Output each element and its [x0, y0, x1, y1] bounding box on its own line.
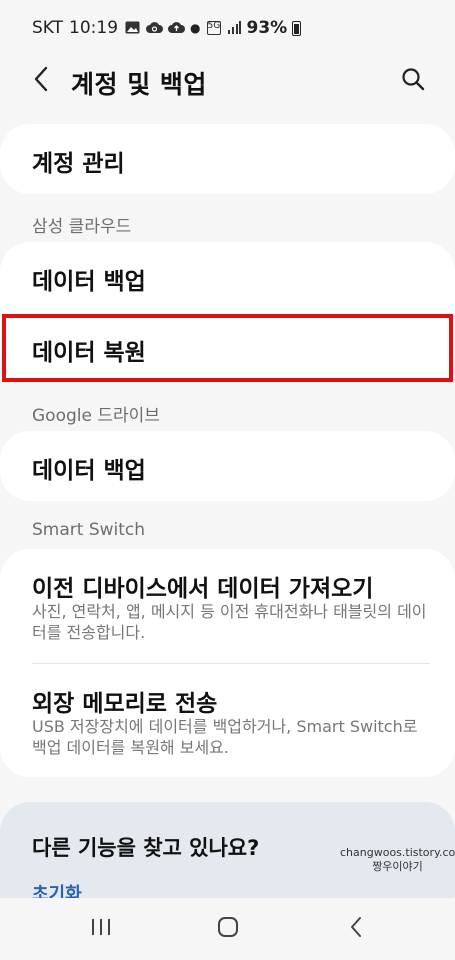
back-button[interactable]	[24, 64, 58, 98]
samsung-cloud-backup-label: 데이터 백업	[32, 269, 146, 295]
import-from-device-description: 사진, 연락처, 앱, 메시지 등 이전 휴대전화나 태블릿의 데이터를 전송합…	[32, 602, 427, 642]
battery-icon	[292, 20, 302, 36]
other-features-title: 다른 기능을 찾고 있나요?	[32, 836, 260, 860]
home-icon	[217, 916, 239, 942]
battery-text: 93%	[246, 18, 288, 38]
account-manage-item[interactable]: 계정 관리	[0, 124, 455, 194]
external-memory-item[interactable]: 외장 메모리로 전송 USB 저장장치에 데이터를 백업하거나, Smart S…	[0, 664, 455, 777]
google-drive-backup-label: 데이터 백업	[32, 458, 146, 484]
status-left: SKT 10:19 ●	[32, 18, 201, 38]
back-nav-button[interactable]	[339, 912, 373, 946]
home-button[interactable]	[211, 912, 245, 946]
carrier-text: SKT	[32, 18, 64, 38]
import-from-device-label: 이전 디바이스에서 데이터 가져오기	[32, 576, 374, 602]
google-drive-section-label: Google 드라이브	[32, 406, 160, 426]
signal-icon	[226, 21, 242, 35]
clock-text: 10:19	[69, 18, 119, 38]
external-memory-label: 외장 메모리로 전송	[32, 691, 218, 717]
cloud-sync-icon	[146, 21, 164, 35]
google-drive-backup-item[interactable]: 데이터 백업	[0, 431, 455, 501]
navigation-bar	[0, 898, 455, 960]
smart-switch-section-label: Smart Switch	[32, 520, 146, 540]
samsung-cloud-restore-item[interactable]: 데이터 복원	[0, 314, 455, 382]
search-button[interactable]	[396, 64, 430, 98]
back-icon	[349, 916, 363, 942]
cloud-upload-icon	[168, 21, 186, 35]
search-icon	[401, 67, 425, 95]
status-right: 5G 93%	[206, 18, 302, 38]
page-title: 계정 및 백업	[71, 70, 207, 99]
external-memory-description: USB 저장장치에 데이터를 백업하거나, Smart Switch로 백업 데…	[32, 717, 418, 757]
recents-icon	[90, 917, 112, 941]
account-manage-label: 계정 관리	[32, 151, 125, 177]
status-bar: SKT 10:19 ● 5G 93%	[0, 0, 455, 56]
chevron-left-icon	[33, 66, 49, 96]
gallery-icon	[124, 21, 140, 35]
watermark: changwoos.tistory.com 짱우이야기	[340, 846, 455, 874]
watermark-url: changwoos.tistory.com	[340, 846, 455, 859]
recents-button[interactable]	[84, 912, 118, 946]
watermark-name: 짱우이야기	[372, 860, 423, 873]
5g-icon: 5G	[206, 21, 221, 35]
app-bar: 계정 및 백업	[0, 56, 455, 106]
dot-icon: ●	[190, 21, 201, 35]
samsung-cloud-backup-item[interactable]: 데이터 백업	[0, 242, 455, 312]
samsung-cloud-restore-label: 데이터 복원	[32, 340, 146, 366]
import-from-device-item[interactable]: 이전 디바이스에서 데이터 가져오기 사진, 연락처, 앱, 메시지 등 이전 …	[0, 549, 455, 663]
samsung-cloud-section-label: 삼성 클라우드	[32, 217, 132, 237]
